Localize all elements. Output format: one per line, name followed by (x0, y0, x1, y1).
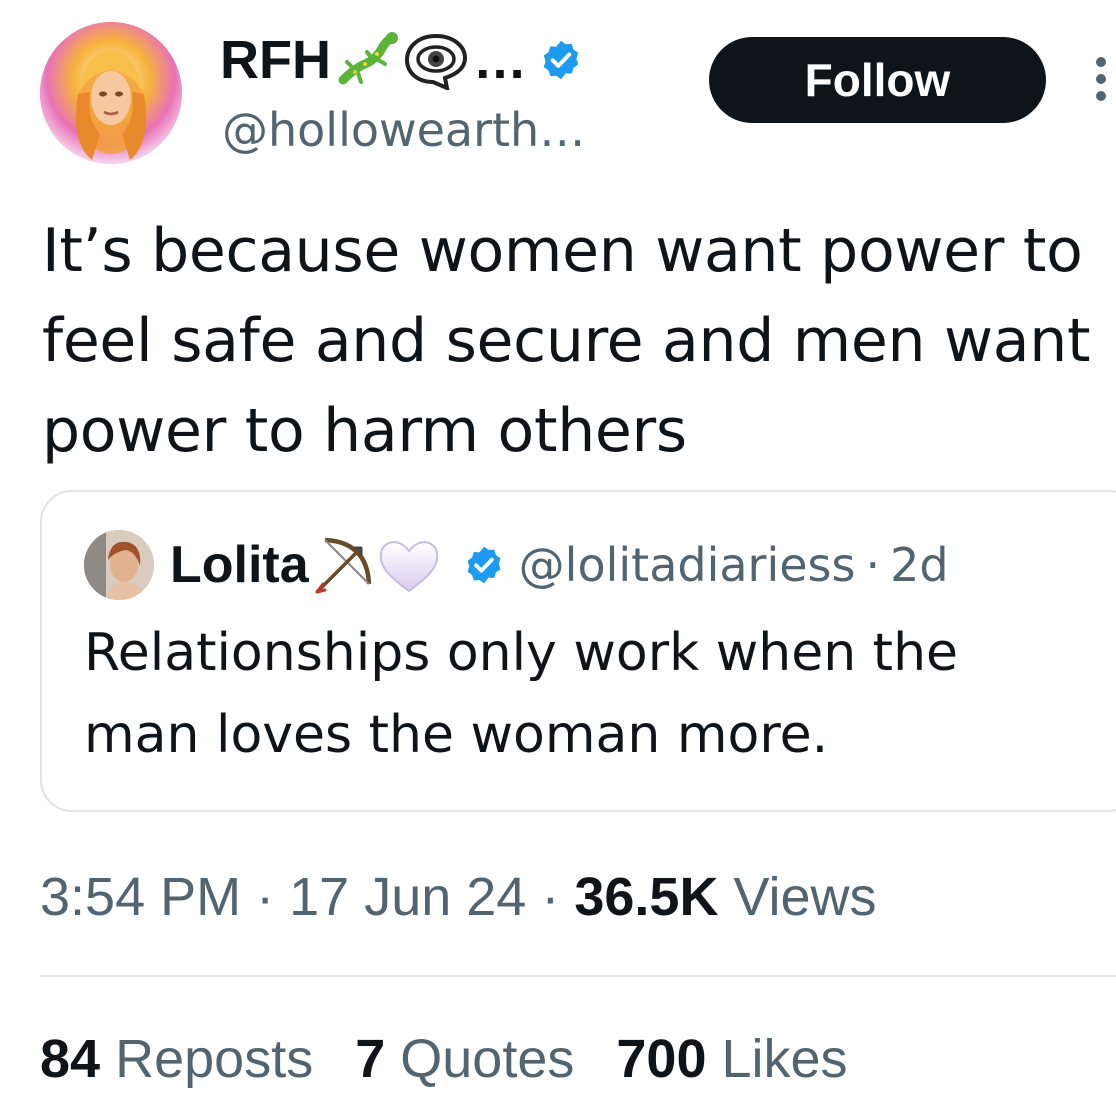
author-name-text: RFH (220, 30, 331, 90)
meta-separator: · (256, 867, 275, 927)
quoted-tweet-header: Lolita @lolitadiariess · 2d (170, 534, 949, 596)
white-heart-emoji (377, 535, 441, 595)
likes-stat[interactable]: 700 Likes (616, 1024, 847, 1094)
quoted-tweet-age[interactable]: 2d (890, 534, 948, 596)
lizard-emoji (335, 30, 399, 90)
eye-speech-bubble-emoji (403, 30, 469, 90)
engagement-stats: 84 Reposts 7 Quotes 700 Likes (40, 1024, 848, 1094)
quoted-author-handle[interactable]: @lolitadiariess (519, 534, 856, 596)
follow-button[interactable]: Follow (709, 37, 1046, 123)
views-label: Views (733, 867, 877, 927)
tweet-meta: 3:54 PM · 17 Jun 24 · 36.5K Views (40, 862, 877, 932)
meta-separator: · (541, 867, 560, 927)
author-name-ellipsis: … (472, 30, 527, 90)
views-count: 36.5K (574, 867, 719, 927)
quoted-tweet-text: Relationships only work when the man lov… (84, 623, 959, 765)
likes-count: 700 (616, 1029, 707, 1089)
quotes-stat[interactable]: 7 Quotes (355, 1024, 574, 1094)
author-avatar[interactable] (40, 22, 182, 164)
tweet-text: It’s because women want power to feel sa… (42, 216, 1091, 466)
quoted-author-avatar[interactable] (84, 530, 154, 600)
quotes-label: Quotes (400, 1029, 575, 1089)
verified-badge-icon (539, 38, 583, 82)
quoted-tweet-card[interactable]: Lolita @lolitadiariess · 2d Relationship… (40, 490, 1116, 812)
reposts-stat[interactable]: 84 Reposts (40, 1024, 313, 1094)
tweet-time[interactable]: 3:54 PM (40, 867, 241, 927)
bow-and-arrow-emoji (311, 534, 375, 596)
reposts-label: Reposts (115, 1029, 314, 1089)
quoted-separator: · (865, 538, 881, 592)
likes-label: Likes (721, 1029, 848, 1089)
quotes-count: 7 (355, 1029, 386, 1089)
author-handle[interactable]: @hollowearth… (222, 100, 585, 160)
tweet-detail: RFH … @hollowearth… Follow It’s because … (0, 0, 1116, 1114)
author-display-name[interactable]: RFH … (220, 28, 583, 92)
verified-badge-icon (463, 544, 505, 586)
more-options-icon[interactable] (1092, 54, 1110, 104)
quoted-author-name[interactable]: Lolita (170, 534, 309, 596)
divider (40, 975, 1116, 977)
tweet-date[interactable]: 17 Jun 24 (289, 867, 526, 927)
reposts-count: 84 (40, 1029, 101, 1089)
